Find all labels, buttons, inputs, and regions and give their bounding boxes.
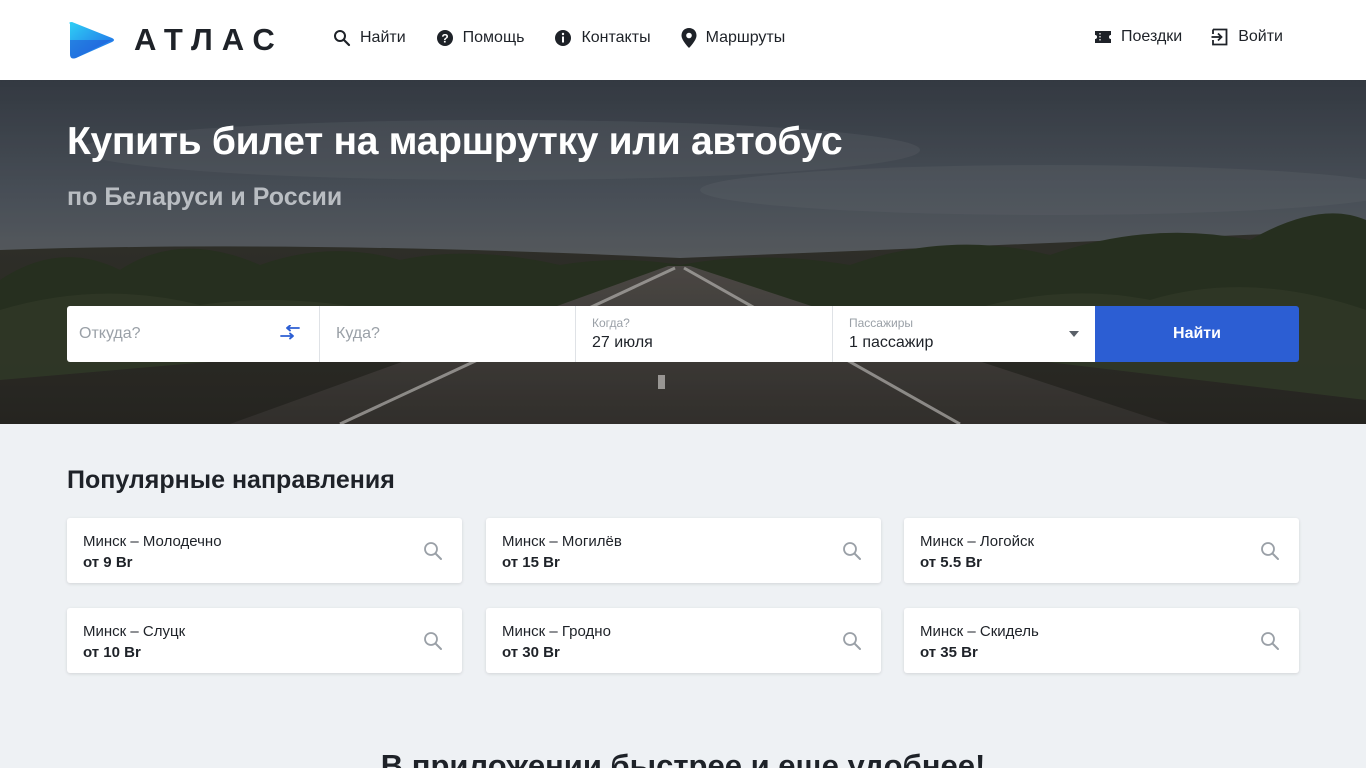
nav-login-label: Войти [1238, 28, 1283, 45]
route-price: от 10 Br [83, 644, 141, 661]
date-field[interactable]: Когда? 27 июля [576, 306, 833, 362]
nav-find-label: Найти [360, 29, 406, 46]
svg-text:?: ? [441, 32, 448, 46]
logo-icon [69, 22, 114, 59]
route-card[interactable]: Минск – Скидель от 35 Br [904, 608, 1299, 673]
route-price: от 35 Br [920, 644, 978, 661]
help-icon: ? [436, 30, 453, 46]
route-card[interactable]: Минск – Слуцк от 10 Br [67, 608, 462, 673]
date-label: Когда? [592, 316, 630, 330]
site-header: АТЛАС Найти ? Помощь Контакты Маршруты П… [0, 0, 1366, 80]
hero-subtitle: по Беларуси и России [67, 183, 343, 211]
passengers-value: 1 пассажир [849, 334, 934, 351]
main-nav: Найти ? Помощь Контакты Маршруты [333, 28, 815, 48]
from-placeholder: Откуда? [79, 325, 141, 342]
nav-help[interactable]: ? Помощь [436, 29, 525, 47]
to-field[interactable]: Куда? [320, 306, 576, 362]
to-placeholder: Куда? [336, 325, 380, 342]
search-form: Откуда? Куда? Когда? 27 июля Пассажиры 1… [67, 306, 1299, 362]
nav-find[interactable]: Найти [333, 29, 406, 47]
map-pin-icon [681, 28, 697, 48]
ticket-icon [1095, 31, 1112, 43]
route-price: от 9 Br [83, 554, 133, 571]
route-card[interactable]: Минск – Гродно от 30 Br [486, 608, 881, 673]
nav-contacts-label: Контакты [581, 29, 651, 46]
route-price: от 30 Br [502, 644, 560, 661]
hero-title: Купить билет на маршрутку или автобус [67, 120, 843, 163]
route-price: от 5.5 Br [920, 554, 982, 571]
search-icon [334, 30, 351, 47]
nav-contacts[interactable]: Контакты [554, 29, 651, 47]
info-icon [555, 30, 572, 46]
search-icon [843, 542, 861, 560]
passengers-label: Пассажиры [849, 316, 914, 330]
user-nav: Поездки Войти [1065, 28, 1283, 46]
search-icon [1261, 542, 1279, 560]
route-name: Минск – Слуцк [83, 623, 186, 640]
login-icon [1211, 28, 1228, 46]
route-card[interactable]: Минск – Могилёв от 15 Br [486, 518, 881, 583]
hero-banner: Купить билет на маршрутку или автобус по… [0, 80, 1366, 424]
route-price: от 15 Br [502, 554, 560, 571]
route-name: Минск – Гродно [502, 623, 611, 640]
app-promo-title: В приложении быстрее и еще удобнее! [380, 748, 986, 768]
nav-help-label: Помощь [462, 29, 525, 46]
route-name: Минск – Логойск [920, 533, 1035, 550]
search-icon [843, 632, 861, 650]
route-card[interactable]: Минск – Молодечно от 9 Br [67, 518, 462, 583]
nav-routes[interactable]: Маршруты [681, 28, 786, 48]
nav-routes-label: Маршруты [705, 29, 786, 46]
from-field[interactable]: Откуда? [67, 306, 320, 362]
swap-directions-icon[interactable] [279, 325, 301, 341]
logo[interactable]: АТЛАС [66, 20, 284, 60]
search-button[interactable]: Найти [1095, 306, 1299, 362]
popular-title: Популярные направления [67, 466, 395, 494]
nav-trips-label: Поездки [1121, 28, 1183, 45]
search-icon [1261, 632, 1279, 650]
search-icon [424, 632, 442, 650]
logo-text: АТЛАС [134, 22, 284, 57]
route-name: Минск – Молодечно [83, 533, 222, 550]
route-card[interactable]: Минск – Логойск от 5.5 Br [904, 518, 1299, 583]
date-value: 27 июля [592, 334, 653, 351]
search-icon [424, 542, 442, 560]
passengers-select[interactable]: Пассажиры 1 пассажир [833, 306, 1095, 362]
route-name: Минск – Скидель [920, 623, 1039, 640]
route-name: Минск – Могилёв [502, 533, 622, 550]
chevron-down-icon [1069, 331, 1079, 337]
nav-login[interactable]: Войти [1211, 28, 1283, 46]
nav-trips[interactable]: Поездки [1094, 28, 1182, 46]
